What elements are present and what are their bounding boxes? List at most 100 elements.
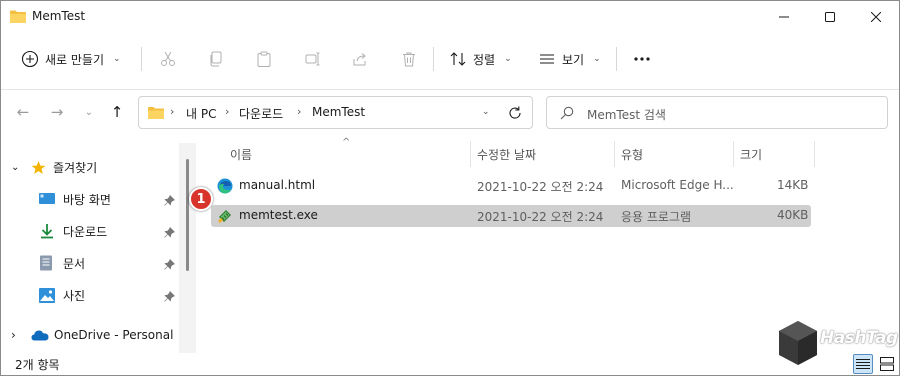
details-view-button[interactable]	[853, 354, 873, 374]
sort-button[interactable]: 정렬 ⌄	[449, 45, 512, 73]
file-size: 14KB	[777, 178, 809, 192]
arrow-right-icon: →	[50, 103, 64, 121]
toolbar-divider	[1, 89, 899, 90]
column-size-label: 크기	[740, 147, 763, 162]
share-button[interactable]	[350, 49, 370, 69]
column-type-label: 유형	[621, 147, 644, 162]
view-button[interactable]: 보기 ⌄	[538, 45, 601, 73]
scissors-icon	[161, 51, 175, 66]
file-name: manual.html	[239, 178, 316, 192]
forward-button[interactable]: →	[48, 103, 66, 121]
nav-item-label: 다운로드	[63, 224, 108, 239]
watermark-text: HashTag	[820, 328, 898, 348]
pin-icon[interactable]	[164, 259, 175, 270]
share-icon	[353, 53, 366, 66]
close-button[interactable]	[853, 1, 899, 33]
explorer-window: MemTest 새로 만들기 ⌄ 정렬 ⌄ 보기 ⌄ ← → ⌄ ↑ › 내 P…	[0, 0, 900, 376]
view-label: 보기	[562, 52, 585, 67]
document-icon	[40, 255, 52, 271]
copy-icon	[210, 51, 222, 67]
refresh-icon[interactable]	[507, 105, 523, 121]
column-divider[interactable]	[814, 141, 815, 167]
chevron-right-icon: ›	[297, 105, 302, 118]
chevron-right-icon: ›	[225, 105, 230, 118]
pin-icon[interactable]	[164, 195, 175, 206]
nav-quick-access-label: 즐겨찾기	[53, 160, 98, 175]
search-box[interactable]: MemTest 검색	[546, 96, 888, 129]
details-view-icon	[856, 359, 870, 369]
up-button[interactable]: ↑	[108, 103, 126, 121]
column-header-name[interactable]: 이름	[230, 141, 252, 167]
arrow-left-icon: ←	[16, 103, 30, 121]
column-header-modified[interactable]: 수정한 날짜	[477, 141, 536, 167]
file-type: 응용 프로그램	[621, 210, 692, 224]
column-divider[interactable]	[470, 141, 471, 167]
address-bar[interactable]: › 내 PC › 다운로드 › MemTest ⌄	[138, 96, 533, 129]
pin-icon[interactable]	[164, 227, 175, 238]
column-header-type[interactable]: 유형	[621, 141, 643, 167]
delete-button[interactable]	[399, 49, 419, 69]
back-button[interactable]: ←	[14, 103, 32, 121]
trash-icon	[403, 52, 415, 67]
cut-button[interactable]	[158, 49, 178, 69]
maximize-button[interactable]	[807, 1, 853, 33]
file-row[interactable]: manual.html 2021-10-22 오전 2:24 Microsoft…	[211, 175, 811, 197]
close-icon	[871, 12, 881, 22]
breadcrumb-this-pc[interactable]: 내 PC	[186, 105, 216, 122]
column-divider[interactable]	[733, 141, 734, 167]
minimize-button[interactable]	[761, 1, 807, 33]
breadcrumb-memtest[interactable]: MemTest	[312, 105, 365, 119]
download-icon	[41, 224, 53, 239]
chevron-down-icon[interactable]: ⌄	[482, 107, 490, 117]
file-size: 40KB	[777, 208, 809, 222]
exe-icon	[218, 210, 231, 223]
chevron-right-icon: ›	[170, 105, 175, 118]
tiles-view-icon	[880, 357, 894, 371]
picture-icon	[39, 287, 55, 303]
title-bar: MemTest	[1, 1, 899, 33]
file-row-selected[interactable]: memtest.exe 2021-10-22 오전 2:24 응용 프로그램 4…	[211, 205, 811, 227]
chevron-down-icon: ⌄	[11, 161, 20, 173]
pin-icon[interactable]	[164, 291, 175, 302]
view-icon	[540, 54, 554, 64]
cloud-icon	[31, 330, 49, 341]
rename-icon	[305, 52, 320, 66]
file-type: Microsoft Edge H...	[621, 178, 734, 192]
navigation-pane: ⌄ 즐겨찾기 바탕 화면 다운로드 문서 사진 › OneDrive - Per…	[1, 143, 181, 353]
arrow-up-icon: ↑	[110, 103, 124, 121]
separator	[433, 47, 434, 71]
paste-button[interactable]	[254, 49, 274, 69]
nav-onedrive-label: OneDrive - Personal	[54, 328, 174, 342]
tiles-view-button[interactable]	[877, 354, 897, 374]
maximize-icon	[825, 12, 835, 22]
step-badge: 1	[189, 187, 213, 211]
new-button[interactable]: 새로 만들기 ⌄	[21, 45, 121, 73]
copy-button[interactable]	[206, 49, 226, 69]
window-title: MemTest	[32, 9, 86, 23]
column-divider[interactable]	[614, 141, 615, 167]
column-name-label: 이름	[230, 147, 253, 162]
more-options-button[interactable]	[632, 49, 652, 69]
plus-circle-icon	[21, 50, 39, 68]
folder-icon	[10, 10, 26, 23]
paste-icon	[257, 51, 271, 67]
column-header-size[interactable]: 크기	[740, 141, 762, 167]
sort-ascending-icon: ^	[342, 137, 351, 148]
recent-locations-button[interactable]: ⌄	[80, 103, 98, 121]
nav-item-label: 바탕 화면	[63, 192, 111, 207]
chevron-down-icon: ⌄	[84, 106, 94, 118]
chevron-down-icon: ⌄	[504, 54, 512, 64]
more-icon	[634, 57, 650, 61]
edge-icon	[217, 178, 233, 194]
breadcrumb-downloads[interactable]: 다운로드	[239, 105, 283, 122]
nav-quick-access[interactable]: ⌄ 즐겨찾기	[11, 154, 97, 180]
chevron-right-icon: ›	[11, 328, 16, 342]
nav-scrollbar-thumb[interactable]	[186, 159, 189, 271]
search-placeholder: MemTest 검색	[587, 108, 666, 122]
hashtag-logo	[779, 321, 817, 365]
sort-label: 정렬	[473, 52, 496, 67]
star-icon	[31, 160, 46, 174]
file-name: memtest.exe	[239, 208, 318, 222]
nav-onedrive[interactable]: › OneDrive - Personal	[11, 322, 173, 348]
rename-button[interactable]	[303, 49, 323, 69]
